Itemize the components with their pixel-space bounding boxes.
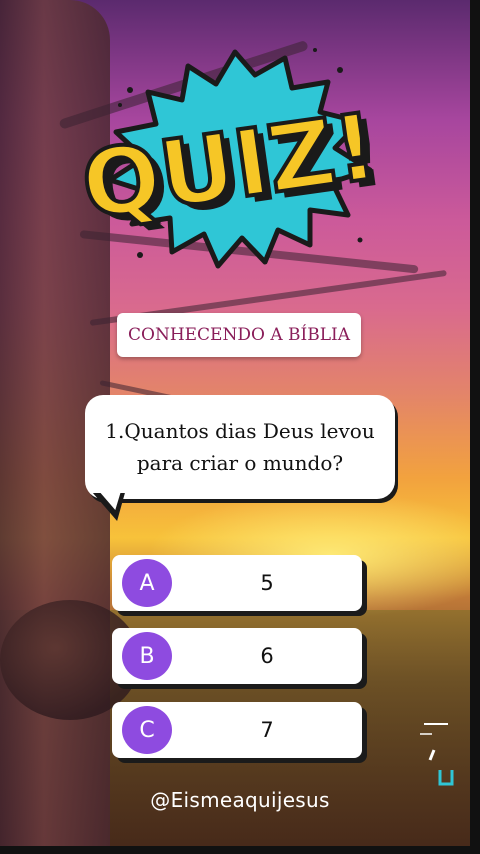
frame-edge	[0, 846, 480, 854]
option-letter-badge: C	[122, 706, 172, 754]
option-b-button[interactable]: B 6	[112, 628, 362, 684]
category-label-text: CONHECENDO A BÍBLIA	[128, 325, 350, 345]
option-a-button[interactable]: A 5	[112, 555, 362, 611]
logo-text: QUIZ!	[76, 93, 384, 240]
option-text: 6	[260, 644, 274, 668]
option-c-button[interactable]: C 7	[112, 702, 362, 758]
question-bubble: 1.Quantos dias Deus levou para criar o m…	[85, 395, 395, 499]
creator-handle: @Eismeaquijesus	[150, 788, 330, 812]
option-text: 5	[260, 571, 274, 595]
question-text: 1.Quantos dias Deus levou para criar o m…	[105, 419, 375, 475]
frame-edge	[470, 0, 480, 854]
decorative-marks	[420, 723, 454, 786]
quiz-logo: QUIZ! QUIZ!	[74, 48, 391, 269]
option-text: 7	[260, 718, 274, 742]
option-letter-badge: B	[122, 632, 172, 680]
option-letter-badge: A	[122, 559, 172, 607]
category-label: CONHECENDO A BÍBLIA	[117, 313, 361, 357]
